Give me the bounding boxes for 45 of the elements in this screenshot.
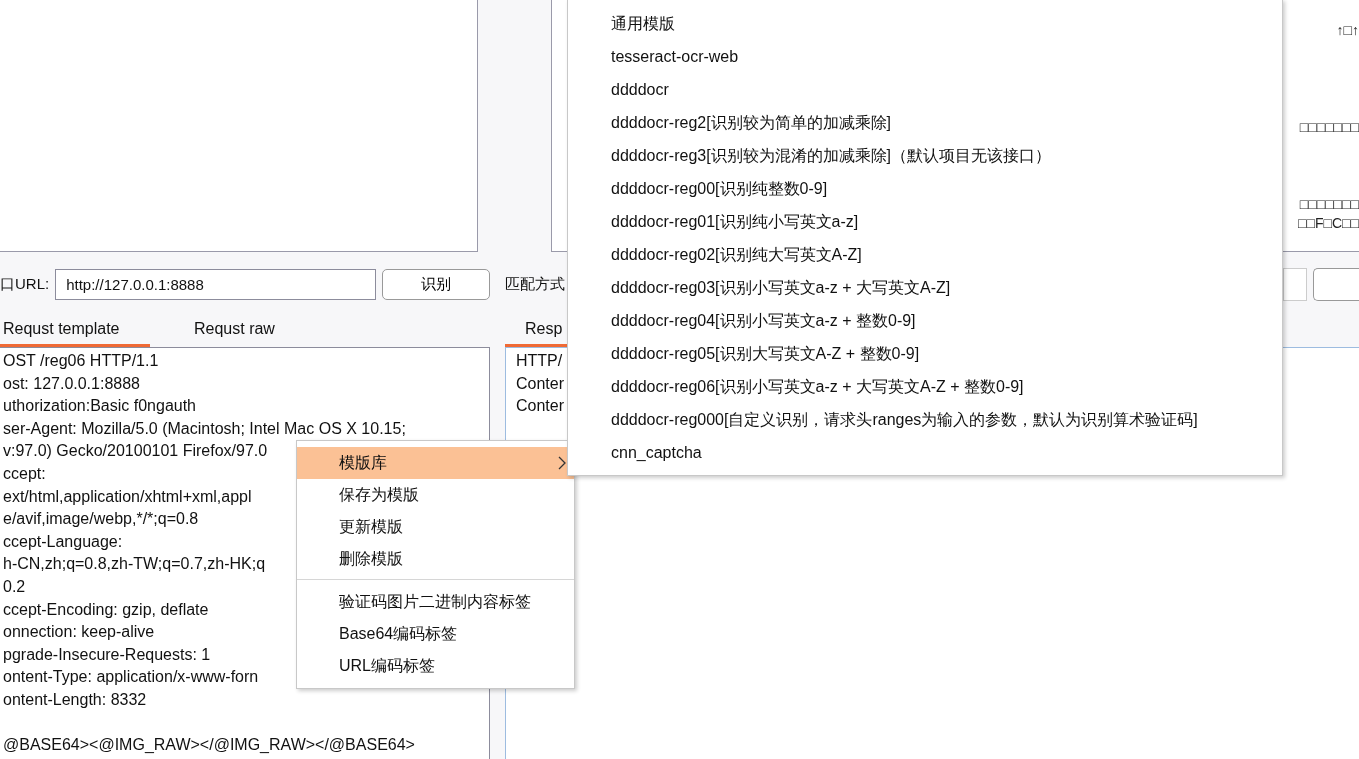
response-line: HTTP/ [516, 352, 563, 369]
menu-item[interactable]: ddddocr-reg000[自定义识别，请求头ranges为输入的参数，默认为识别算术验证码] [568, 403, 1282, 436]
menu-item[interactable]: ddddocr-reg3[识别较为混淆的加减乘除]（默认项目无该接口） [568, 139, 1282, 172]
garbled-text: □□□□□□□ [1299, 195, 1359, 214]
garbled-text: ↑□↑ [1336, 22, 1359, 41]
request-line: h-CN,zh;q=0.8,zh-TW;q=0.7,zh-HK;q [3, 555, 266, 573]
match-field[interactable] [1283, 268, 1307, 301]
request-line: v:97.0) Gecko/20100101 Firefox/97.0 [3, 442, 268, 460]
request-line: 0.2 [3, 577, 26, 595]
chevron-icon [558, 456, 566, 470]
request-tab[interactable]: Requst raw [191, 320, 341, 347]
menu-item[interactable]: ddddocr-reg04[识别小写英文a-z + 整数0-9] [568, 304, 1282, 337]
request-line: onnection: keep-alive [3, 623, 155, 641]
request-line: ccept-Language: [3, 532, 123, 550]
match-label: 匹配方式 [505, 275, 565, 294]
menu-item[interactable]: 模版库 [297, 447, 574, 479]
request-line: ost: 127.0.0.1:8888 [3, 374, 140, 392]
menu-item[interactable]: ddddocr-reg06[识别小写英文a-z + 大写英文A-Z + 整数0-9] [568, 370, 1282, 403]
request-line: OST /reg06 HTTP/1.1 [3, 352, 159, 369]
request-line: ontent-Length: 8332 [3, 690, 147, 708]
response-line: Conter [516, 397, 565, 415]
menu-item[interactable]: ddddocr-reg02[识别纯大写英文A-Z] [568, 238, 1282, 271]
match-button[interactable] [1313, 268, 1359, 301]
garbled-text: □□□□□□□ [1299, 118, 1359, 137]
request-line: ontent-Type: application/x-www-forn [3, 668, 259, 686]
response-line: Conter [516, 374, 565, 392]
menu-item[interactable]: ddddocr-reg00[识别纯整数0-9] [568, 172, 1282, 205]
request-line: @BASE64><@IMG_RAW></@IMG_RAW></@BASE64> [3, 736, 415, 754]
request-line: pgrade-Insecure-Requests: 1 [3, 645, 211, 663]
menu-item[interactable]: tesseract-ocr-web [568, 40, 1282, 73]
menu-item[interactable]: 通用模版 [568, 7, 1282, 40]
request-line: uthorization:Basic f0ngauth [3, 397, 196, 415]
url-label: 口URL: [0, 275, 50, 294]
url-field[interactable]: http://127.0.0.1:8888 [55, 269, 377, 300]
menu-item[interactable]: ddddocr-reg2[识别较为简单的加减乘除] [568, 106, 1282, 139]
request-line: e/avif,image/webp,*/*;q=0.8 [3, 510, 199, 528]
request-line: ccept: [3, 464, 46, 482]
request-line: ser-Agent: Mozilla/5.0 (Macintosh; Intel Mac OS X 10.15; [3, 419, 406, 437]
recognize-button[interactable]: 识别 [382, 269, 490, 300]
menu-item[interactable]: ddddocr [568, 73, 1282, 106]
menu-item[interactable]: ddddocr-reg01[识别纯小写英文a-z] [568, 205, 1282, 238]
garbled-text: □□F□C□□ [1298, 215, 1359, 234]
menu-item[interactable]: ddddocr-reg03[识别小写英文a-z + 大写英文A-Z] [568, 271, 1282, 304]
request-line: ccept-Encoding: gzip, deflate [3, 600, 209, 618]
request-line: ext/html,application/xhtml+xml,appl [3, 487, 252, 505]
